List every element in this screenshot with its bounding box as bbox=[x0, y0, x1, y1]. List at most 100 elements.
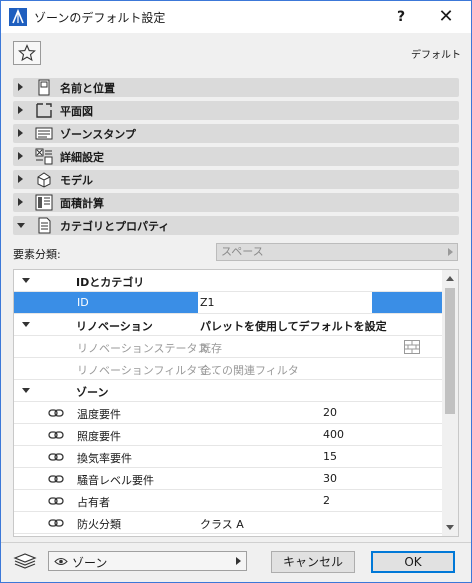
ok-button[interactable]: OK bbox=[371, 551, 455, 573]
row-value[interactable]: 20 bbox=[323, 406, 337, 419]
section-label: 面積計算 bbox=[60, 197, 104, 210]
table-row[interactable]: 占有者 2 bbox=[14, 490, 443, 512]
collapse-triangle-icon bbox=[17, 223, 25, 228]
group-label: リノベーション bbox=[76, 320, 153, 333]
favorites-button[interactable] bbox=[13, 41, 41, 65]
section-floor-plan[interactable]: 平面図 bbox=[13, 101, 459, 120]
section-label: 名前と位置 bbox=[60, 82, 115, 95]
section-category-properties[interactable]: カテゴリとプロパティ bbox=[13, 216, 459, 235]
layers-icon bbox=[13, 553, 37, 569]
properties-table: IDとカテゴリ ID Z1 リノベーション パレットを使用してデフォルトを設定 … bbox=[13, 269, 459, 537]
group-row-id-category[interactable]: IDとカテゴリ bbox=[14, 270, 443, 292]
expand-triangle-icon bbox=[18, 83, 23, 91]
table-row-renovation-status: リノベーションステータス 既存 bbox=[14, 336, 443, 358]
link-icon bbox=[48, 497, 64, 505]
cancel-button[interactable]: キャンセル bbox=[271, 551, 355, 573]
row-label: ID bbox=[77, 296, 89, 309]
expand-triangle-icon bbox=[18, 106, 23, 114]
eye-icon bbox=[54, 558, 68, 565]
name-position-icon bbox=[38, 79, 50, 96]
selected-value-cell bbox=[372, 292, 443, 313]
row-label: 温度要件 bbox=[77, 408, 121, 421]
link-icon bbox=[48, 519, 64, 527]
floor-plan-icon bbox=[36, 103, 52, 118]
group-row-renovation[interactable]: リノベーション パレットを使用してデフォルトを設定 bbox=[14, 314, 443, 336]
row-value[interactable]: 30 bbox=[323, 472, 337, 485]
dialog-title: ゾーンのデフォルト設定 bbox=[34, 11, 166, 25]
row-value[interactable]: 400 bbox=[323, 428, 344, 441]
layer-select[interactable]: ゾーン bbox=[48, 551, 247, 571]
link-icon bbox=[48, 431, 64, 439]
section-label: ゾーンスタンプ bbox=[60, 128, 136, 141]
row-label: リノベーションフィルタで… bbox=[77, 364, 220, 377]
area-calc-icon bbox=[35, 194, 53, 211]
row-label: 防火分類 bbox=[77, 518, 121, 531]
expand-triangle-icon bbox=[18, 175, 23, 183]
vertical-scrollbar[interactable] bbox=[442, 270, 458, 536]
section-label: モデル bbox=[60, 174, 93, 187]
section-label: カテゴリとプロパティ bbox=[60, 220, 170, 233]
group-label: ゾーン bbox=[76, 386, 109, 399]
table-row[interactable]: 騒音レベル要件 30 bbox=[14, 468, 443, 490]
scroll-up-icon[interactable] bbox=[446, 276, 454, 281]
help-button[interactable]: ? bbox=[387, 4, 415, 30]
expand-triangle-icon bbox=[18, 152, 23, 160]
scroll-thumb[interactable] bbox=[445, 288, 455, 414]
collapse-triangle-icon bbox=[22, 388, 30, 393]
section-zone-stamp[interactable]: ゾーンスタンプ bbox=[13, 124, 459, 143]
layer-select-value: ゾーン bbox=[72, 556, 108, 570]
link-icon bbox=[48, 409, 64, 417]
group-label: IDとカテゴリ bbox=[76, 276, 145, 289]
link-icon bbox=[48, 453, 64, 461]
link-icon bbox=[48, 475, 64, 483]
row-value: 全ての関連フィルタ bbox=[200, 364, 299, 377]
close-button[interactable]: ✕ bbox=[431, 4, 461, 30]
selected-label-cell: ID bbox=[14, 292, 198, 313]
table-row[interactable]: 防火分類 クラス A bbox=[14, 512, 443, 534]
detail-settings-icon bbox=[35, 148, 53, 165]
row-label: リノベーションステータス bbox=[77, 342, 209, 355]
classification-value: スペース bbox=[221, 245, 264, 258]
collapse-triangle-icon bbox=[22, 278, 30, 283]
brick-wall-icon bbox=[404, 340, 420, 354]
row-value[interactable]: 15 bbox=[323, 450, 337, 463]
category-properties-icon bbox=[38, 217, 51, 234]
section-detail-settings[interactable]: 詳細設定 bbox=[13, 147, 459, 166]
group-row-zone[interactable]: ゾーン bbox=[14, 380, 443, 402]
table-row[interactable]: 換気率要件 15 bbox=[14, 446, 443, 468]
section-area-calc[interactable]: 面積計算 bbox=[13, 193, 459, 212]
footer-divider bbox=[1, 542, 471, 543]
title-bar: ゾーンのデフォルト設定 ? ✕ bbox=[1, 1, 471, 33]
classification-label: 要素分類: bbox=[13, 248, 61, 261]
expand-triangle-icon bbox=[18, 129, 23, 137]
id-value-input[interactable]: Z1 bbox=[200, 296, 215, 309]
table-row[interactable]: 照度要件 400 bbox=[14, 424, 443, 446]
zone-stamp-icon bbox=[35, 127, 53, 140]
dialog-window: ゾーンのデフォルト設定 ? ✕ デフォルト 名前と位置 平面図 ゾーンスタンプ … bbox=[0, 0, 472, 583]
collapse-triangle-icon bbox=[22, 322, 30, 327]
model-icon bbox=[37, 172, 51, 188]
section-model[interactable]: モデル bbox=[13, 170, 459, 189]
row-value[interactable]: クラス A bbox=[200, 516, 244, 532]
default-label: デフォルト bbox=[411, 50, 461, 61]
row-value[interactable]: 2 bbox=[323, 494, 330, 507]
row-label: 騒音レベル要件 bbox=[77, 474, 154, 487]
row-label: 占有者 bbox=[77, 496, 110, 509]
chevron-right-icon bbox=[236, 557, 241, 565]
row-label: 照度要件 bbox=[77, 430, 121, 443]
table-row[interactable]: 温度要件 20 bbox=[14, 402, 443, 424]
expand-triangle-icon bbox=[18, 198, 23, 206]
star-icon bbox=[18, 44, 36, 62]
table-row-renovation-filter: リノベーションフィルタで… 全ての関連フィルタ bbox=[14, 358, 443, 380]
section-label: 詳細設定 bbox=[60, 151, 104, 164]
archicad-app-icon bbox=[9, 8, 27, 26]
table-row-id[interactable]: ID Z1 bbox=[14, 292, 443, 314]
chevron-right-icon bbox=[448, 248, 453, 256]
scroll-down-icon[interactable] bbox=[446, 525, 454, 530]
group-value: パレットを使用してデフォルトを設定 bbox=[200, 320, 387, 333]
row-label: 換気率要件 bbox=[77, 452, 132, 465]
classification-select[interactable]: スペース bbox=[216, 243, 458, 261]
section-name-position[interactable]: 名前と位置 bbox=[13, 78, 459, 97]
section-label: 平面図 bbox=[60, 105, 93, 118]
row-value: 既存 bbox=[200, 342, 222, 355]
